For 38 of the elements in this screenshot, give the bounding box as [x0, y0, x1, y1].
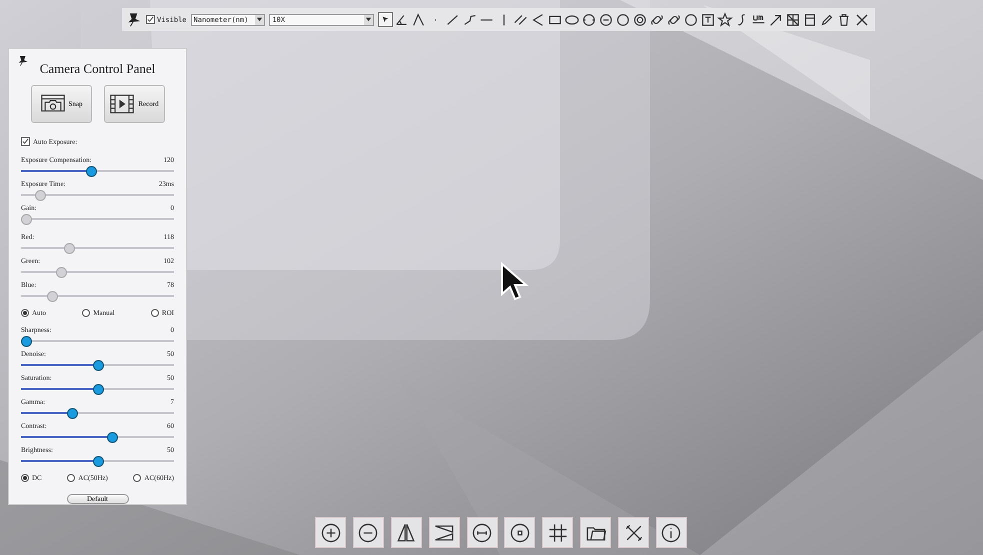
- dropdown-icon: [365, 16, 372, 23]
- slider-thumb[interactable]: [93, 456, 104, 467]
- document-icon[interactable]: [802, 12, 818, 28]
- slider-thumb[interactable]: [67, 408, 78, 419]
- slider-thumb[interactable]: [107, 432, 118, 443]
- record-button[interactable]: [504, 517, 536, 548]
- cursor-icon: [500, 262, 530, 302]
- flip-vertical-button[interactable]: [390, 517, 422, 548]
- radio-button[interactable]: [21, 309, 29, 318]
- info-button[interactable]: [656, 517, 687, 548]
- radio-button[interactable]: [67, 474, 76, 482]
- pointer-icon[interactable]: [378, 12, 393, 27]
- pin-icon[interactable]: [126, 12, 142, 28]
- zoom-in-button[interactable]: [315, 517, 346, 548]
- tools-button[interactable]: [618, 517, 649, 548]
- slider-thumb[interactable]: [93, 360, 104, 371]
- slider-thumb[interactable]: [86, 166, 97, 177]
- pin-icon[interactable]: [17, 55, 29, 67]
- slider-thumb[interactable]: [93, 384, 104, 395]
- auto-exposure-checkbox[interactable]: [21, 137, 30, 146]
- film-icon: [109, 93, 136, 115]
- visible-checkbox[interactable]: [146, 15, 155, 24]
- slider-thumb[interactable]: [21, 336, 32, 347]
- text-box-icon[interactable]: [700, 12, 716, 28]
- folder-button[interactable]: [580, 517, 612, 548]
- flip-horizontal-button[interactable]: [428, 517, 460, 548]
- panel-title: Camera Control Panel: [38, 61, 156, 77]
- grid-button[interactable]: [542, 517, 574, 548]
- polyline-icon[interactable]: [411, 12, 427, 28]
- radio-button[interactable]: [21, 474, 29, 482]
- grid-icon[interactable]: [785, 12, 801, 28]
- radio-button[interactable]: [150, 309, 159, 318]
- dropdown-icon: [256, 16, 264, 23]
- star-icon[interactable]: [717, 12, 733, 28]
- radio-button[interactable]: [133, 474, 142, 482]
- zoom-out-button[interactable]: [352, 517, 384, 548]
- fit-circle-button[interactable]: [466, 517, 498, 548]
- radio-button[interactable]: [82, 309, 90, 318]
